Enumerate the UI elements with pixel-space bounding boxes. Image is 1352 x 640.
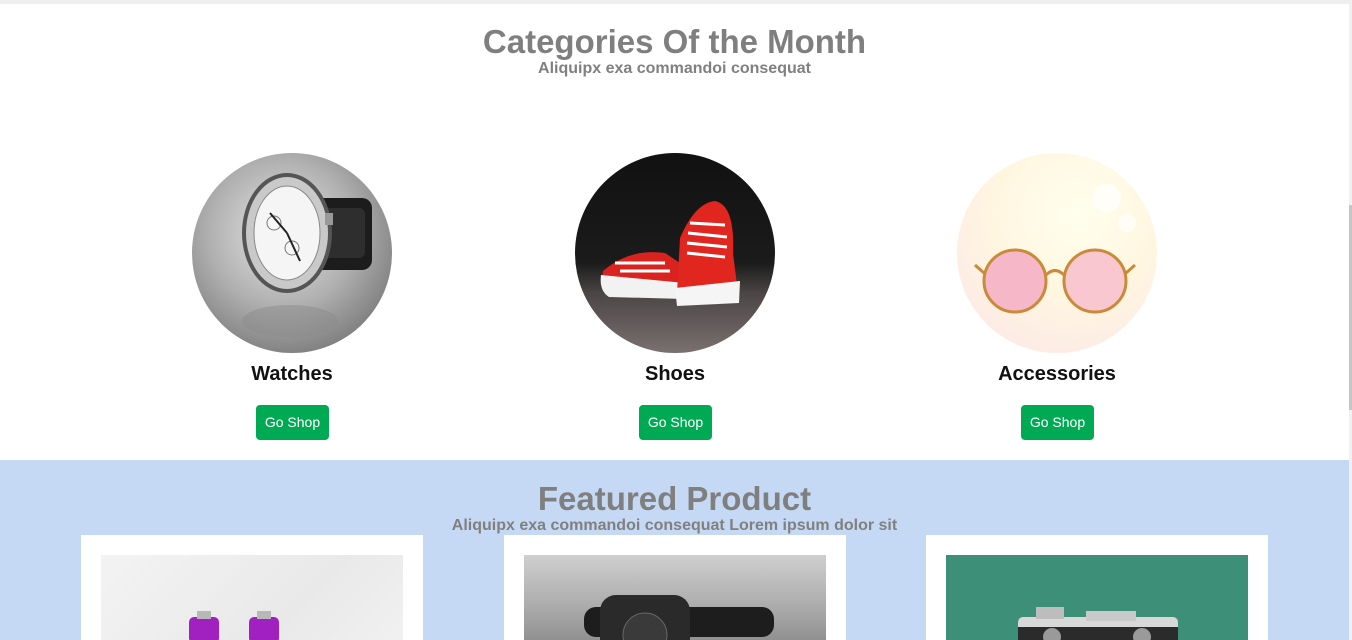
dumbbells-image[interactable] bbox=[101, 555, 403, 640]
categories-title: Categories Of the Month bbox=[482, 23, 867, 60]
watch-illustration bbox=[242, 173, 372, 337]
glasses-image[interactable] bbox=[957, 153, 1157, 353]
smartwatch-image[interactable] bbox=[524, 555, 826, 640]
go-shop-button-watches[interactable]: Go Shop bbox=[256, 405, 329, 440]
categories-section: Categories Of the Month Aliquipx exa com… bbox=[0, 4, 1349, 460]
product-card[interactable] bbox=[81, 535, 423, 640]
category-card-accessories: Accessories Go Shop bbox=[937, 153, 1177, 443]
category-name: Accessories bbox=[998, 363, 1116, 385]
categories-subtitle: Aliquipx exa commandoi consequat bbox=[538, 60, 811, 77]
category-card-shoes: Shoes Go Shop bbox=[555, 153, 795, 443]
category-name: Watches bbox=[251, 363, 333, 385]
go-shop-button-accessories[interactable]: Go Shop bbox=[1021, 405, 1094, 440]
product-card[interactable] bbox=[504, 535, 846, 640]
camera-image[interactable] bbox=[946, 555, 1248, 640]
category-card-watches: Watches Go Shop bbox=[172, 153, 412, 443]
go-shop-button-shoes[interactable]: Go Shop bbox=[639, 405, 712, 440]
watch-image[interactable] bbox=[192, 153, 392, 353]
smartwatch-illustration bbox=[584, 595, 774, 640]
page: Categories Of the Month Aliquipx exa com… bbox=[0, 0, 1352, 640]
product-card[interactable] bbox=[926, 535, 1268, 640]
glasses-illustration bbox=[974, 184, 1136, 314]
category-name: Shoes bbox=[644, 363, 706, 385]
dumbbells-illustration bbox=[189, 611, 279, 640]
shoes-image[interactable] bbox=[575, 153, 775, 353]
featured-subtitle: Aliquipx exa commandoi consequat Lorem i… bbox=[451, 517, 898, 534]
shoes-illustration bbox=[600, 201, 740, 306]
featured-title: Featured Product bbox=[537, 480, 812, 517]
featured-section: Featured Product Aliquipx exa commandoi … bbox=[0, 460, 1349, 640]
camera-illustration bbox=[1018, 607, 1178, 640]
